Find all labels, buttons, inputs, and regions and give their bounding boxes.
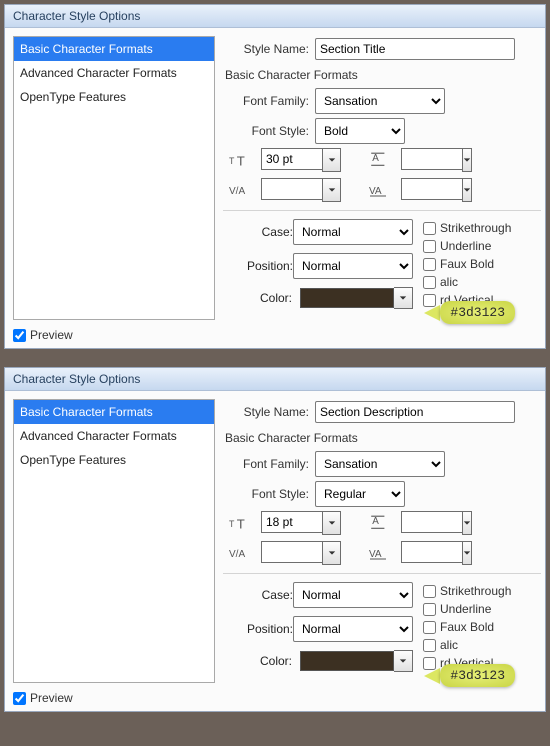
font-size-dropdown-button[interactable]	[322, 148, 341, 172]
tracking-dropdown-button[interactable]	[462, 178, 472, 202]
style-name-input[interactable]	[315, 401, 515, 423]
strikethrough-checkbox[interactable]: Strikethrough	[423, 221, 511, 235]
font-size-input[interactable]	[261, 511, 322, 533]
font-style-label: Font Style:	[223, 487, 309, 501]
font-size-input[interactable]	[261, 148, 322, 170]
case-select[interactable]: Normal	[293, 219, 413, 245]
kerning-icon: V/A	[229, 181, 251, 199]
category-sidebar: Basic Character Formats Advanced Charact…	[13, 399, 215, 683]
svg-text:T: T	[237, 153, 245, 168]
faux-italic-checkbox[interactable]: alic	[423, 638, 511, 652]
svg-text:A: A	[372, 153, 379, 164]
sidebar-item-opentype[interactable]: OpenType Features	[14, 85, 214, 109]
color-label: Color:	[229, 291, 292, 305]
sidebar-item-advanced-formats[interactable]: Advanced Character Formats	[14, 61, 214, 85]
leading-dropdown-button[interactable]	[462, 148, 472, 172]
svg-text:VA: VA	[369, 549, 382, 560]
sidebar-item-basic-formats[interactable]: Basic Character Formats	[14, 400, 214, 424]
color-swatch[interactable]	[300, 651, 394, 671]
tracking-combo[interactable]	[401, 178, 467, 202]
kerning-input[interactable]	[261, 178, 322, 200]
section-heading: Basic Character Formats	[225, 431, 541, 445]
case-select[interactable]: Normal	[293, 582, 413, 608]
leading-icon: A	[369, 514, 391, 532]
tracking-combo[interactable]	[401, 541, 467, 565]
dialog-title: Character Style Options	[5, 368, 545, 391]
case-label: Case:	[229, 588, 293, 602]
underline-checkbox[interactable]: Underline	[423, 239, 511, 253]
font-style-label: Font Style:	[223, 124, 309, 138]
dialog-title: Character Style Options	[5, 5, 545, 28]
font-size-combo[interactable]	[261, 148, 341, 172]
font-style-select[interactable]: Bold	[315, 118, 405, 144]
leading-combo[interactable]	[401, 148, 467, 172]
leading-dropdown-button[interactable]	[462, 511, 472, 535]
kerning-input[interactable]	[261, 541, 322, 563]
tracking-input[interactable]	[401, 541, 462, 563]
character-style-dialog: Character Style Options Basic Character …	[4, 367, 546, 712]
strikethrough-checkbox[interactable]: Strikethrough	[423, 584, 511, 598]
tracking-input[interactable]	[401, 178, 462, 200]
color-dropdown-button[interactable]	[394, 287, 413, 309]
svg-text:T: T	[229, 156, 235, 166]
kerning-dropdown-button[interactable]	[322, 541, 341, 565]
preview-checkbox[interactable]: Preview	[13, 691, 537, 705]
underline-checkbox[interactable]: Underline	[423, 602, 511, 616]
leading-input[interactable]	[401, 148, 462, 170]
font-size-icon: TT	[229, 151, 251, 169]
sidebar-item-basic-formats[interactable]: Basic Character Formats	[14, 37, 214, 61]
kerning-combo[interactable]	[261, 178, 341, 202]
font-family-select[interactable]: Sansation	[315, 451, 445, 477]
color-dropdown-button[interactable]	[394, 650, 413, 672]
svg-text:V/A: V/A	[229, 186, 245, 197]
position-label: Position:	[229, 622, 293, 636]
svg-text:A: A	[372, 516, 379, 527]
leading-icon: A	[369, 151, 391, 169]
sidebar-item-opentype[interactable]: OpenType Features	[14, 448, 214, 472]
font-style-select[interactable]: Regular	[315, 481, 405, 507]
standard-vertical-checkbox[interactable]: rd Vertical	[423, 656, 511, 670]
kerning-combo[interactable]	[261, 541, 341, 565]
faux-italic-checkbox[interactable]: alic	[423, 275, 511, 289]
font-family-select[interactable]: Sansation	[315, 88, 445, 114]
case-label: Case:	[229, 225, 293, 239]
position-select[interactable]: Normal	[293, 616, 413, 642]
svg-text:VA: VA	[369, 186, 382, 197]
kerning-dropdown-button[interactable]	[322, 178, 341, 202]
faux-bold-checkbox[interactable]: Faux Bold	[423, 620, 511, 634]
standard-vertical-checkbox[interactable]: rd Vertical	[423, 293, 511, 307]
font-family-label: Font Family:	[223, 94, 309, 108]
color-label: Color:	[229, 654, 292, 668]
tracking-icon: VA	[369, 544, 391, 562]
font-size-dropdown-button[interactable]	[322, 511, 341, 535]
svg-text:T: T	[237, 516, 245, 531]
faux-bold-checkbox[interactable]: Faux Bold	[423, 257, 511, 271]
color-swatch[interactable]	[300, 288, 394, 308]
section-heading: Basic Character Formats	[225, 68, 541, 82]
svg-text:V/A: V/A	[229, 549, 245, 560]
font-family-label: Font Family:	[223, 457, 309, 471]
style-name-input[interactable]	[315, 38, 515, 60]
category-sidebar: Basic Character Formats Advanced Charact…	[13, 36, 215, 320]
sidebar-item-advanced-formats[interactable]: Advanced Character Formats	[14, 424, 214, 448]
character-style-dialog: Character Style Options Basic Character …	[4, 4, 546, 349]
tracking-dropdown-button[interactable]	[462, 541, 472, 565]
font-size-combo[interactable]	[261, 511, 341, 535]
svg-text:T: T	[229, 519, 235, 529]
leading-input[interactable]	[401, 511, 462, 533]
font-size-icon: TT	[229, 514, 251, 532]
position-select[interactable]: Normal	[293, 253, 413, 279]
kerning-icon: V/A	[229, 544, 251, 562]
style-name-label: Style Name:	[223, 405, 309, 419]
preview-checkbox[interactable]: Preview	[13, 328, 537, 342]
position-label: Position:	[229, 259, 293, 273]
tracking-icon: VA	[369, 181, 391, 199]
leading-combo[interactable]	[401, 511, 467, 535]
style-name-label: Style Name:	[223, 42, 309, 56]
